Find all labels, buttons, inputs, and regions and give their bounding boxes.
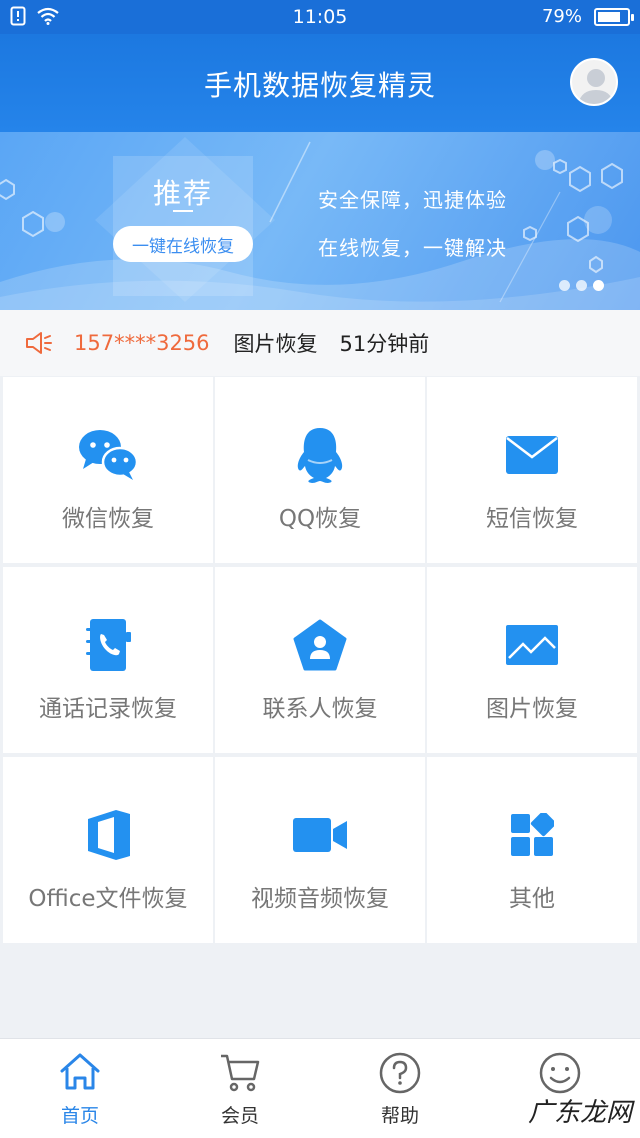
grid-item-label: 图片恢复 (486, 696, 578, 722)
ticker-phone: 157****3256 (74, 331, 210, 355)
tab-help[interactable]: 帮助 (320, 1039, 480, 1138)
grid-item-photo[interactable]: 图片恢复 (427, 567, 637, 753)
status-right: 79% (541, 6, 634, 27)
tab-label: 帮助 (380, 1105, 419, 1127)
grid-item-qq[interactable]: QQ恢复 (215, 377, 425, 563)
grid-item-label: 其他 (509, 886, 555, 912)
status-bar: 11:05 79% (0, 0, 640, 34)
one-click-restore-button[interactable]: 一键在线恢复 (113, 226, 253, 262)
app-title: 手机数据恢复精灵 (203, 69, 436, 102)
grid-item-label: 视频音频恢复 (251, 886, 389, 912)
help-icon (379, 1052, 421, 1094)
contacts-icon (293, 619, 347, 671)
tab-label: 首页 (60, 1105, 99, 1127)
banner-dot[interactable] (559, 280, 570, 291)
grid-item-label: Office文件恢复 (28, 886, 188, 912)
grid-item-label: 通话记录恢复 (39, 696, 177, 722)
tab-label: 会员 (220, 1105, 259, 1127)
grid-item-label: QQ恢复 (278, 506, 362, 532)
grid-item-video-audio[interactable]: 视频音频恢复 (215, 757, 425, 943)
banner-page-indicator[interactable] (559, 280, 604, 291)
recommend-title: 推荐 (152, 177, 213, 210)
cart-icon (221, 1054, 260, 1092)
apps-icon (511, 813, 554, 856)
promo-banner[interactable]: 推荐 一键在线恢复 安全保障，迅捷体验 在线恢复，一键解决 (0, 132, 640, 310)
grid-item-contacts[interactable]: 联系人恢复 (215, 567, 425, 753)
battery-icon (594, 7, 634, 26)
grid-item-office[interactable]: Office文件恢复 (3, 757, 213, 943)
grid-item-call-log[interactable]: 通话记录恢复 (3, 567, 213, 753)
tab-home[interactable]: 首页 (0, 1039, 160, 1138)
banner-slogan-1: 安全保障，迅捷体验 (318, 188, 507, 212)
battery-fill (598, 11, 620, 22)
ticker-type: 图片恢复 (233, 332, 318, 356)
app-header: 手机数据恢复精灵 (0, 34, 640, 132)
grid-item-other[interactable]: 其他 (427, 757, 637, 943)
smile-icon (539, 1052, 581, 1094)
banner-dot[interactable] (576, 280, 587, 291)
recovery-ticker: 157****3256 图片恢复 51分钟前 (0, 310, 640, 376)
call-log-icon (86, 619, 131, 671)
grid-item-label: 微信恢复 (62, 506, 154, 532)
photo-icon (506, 625, 558, 665)
speaker-icon (26, 332, 52, 354)
avatar[interactable] (570, 58, 618, 106)
recommend-underline (173, 210, 193, 212)
wechat-icon (79, 430, 138, 480)
banner-slogan-2: 在线恢复，一键解决 (318, 236, 507, 260)
video-icon (293, 818, 347, 852)
home-icon (60, 1053, 100, 1090)
grid-item-label: 短信恢复 (486, 506, 578, 532)
grid-item-wechat[interactable]: 微信恢复 (3, 377, 213, 563)
ticker-time: 51分钟前 (339, 332, 430, 356)
office-icon (88, 810, 130, 860)
grid-item-sms[interactable]: 短信恢复 (427, 377, 637, 563)
feature-grid: 微信恢复 QQ恢复 短信恢复 通话记录恢复 联系人恢复 图片恢复 Office文… (3, 377, 637, 943)
sms-icon (506, 436, 558, 474)
watermark: 广东龙网 (527, 1098, 632, 1128)
banner-dot[interactable] (593, 280, 604, 291)
qq-icon (297, 428, 343, 483)
tab-membership[interactable]: 会员 (160, 1039, 320, 1138)
battery-percent: 79% (541, 6, 582, 27)
banner-decoration (0, 137, 640, 310)
grid-item-label: 联系人恢复 (262, 696, 378, 722)
